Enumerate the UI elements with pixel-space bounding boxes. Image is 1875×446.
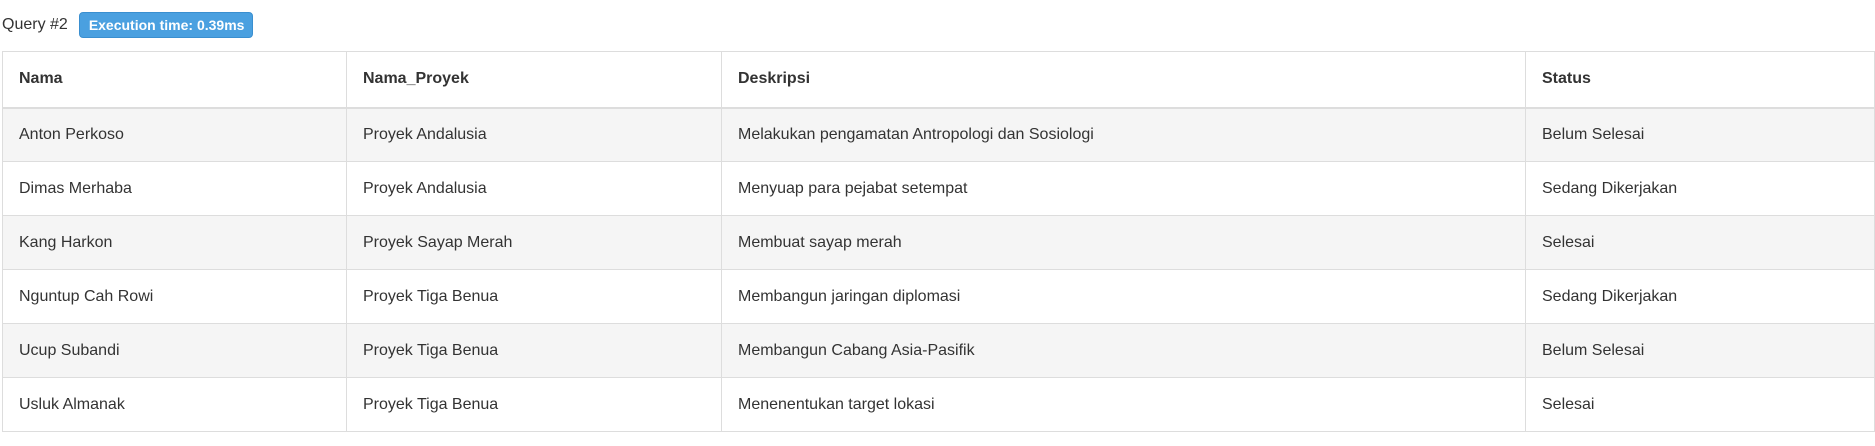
cell-status: Belum Selesai	[1525, 107, 1875, 162]
table-row: Dimas Merhaba Proyek Andalusia Menyuap p…	[2, 161, 1875, 216]
cell-deskripsi: Melakukan pengamatan Antropologi dan Sos…	[721, 107, 1526, 162]
cell-nama-proyek: Proyek Tiga Benua	[346, 377, 722, 432]
table-row: Usluk Almanak Proyek Tiga Benua Menenent…	[2, 377, 1875, 432]
cell-nama-proyek: Proyek Tiga Benua	[346, 269, 722, 324]
cell-nama-proyek: Proyek Andalusia	[346, 107, 722, 162]
cell-status: Sedang Dikerjakan	[1525, 269, 1875, 324]
cell-nama-proyek: Proyek Sayap Merah	[346, 215, 722, 270]
cell-nama-proyek: Proyek Andalusia	[346, 161, 722, 216]
cell-deskripsi: Menyuap para pejabat setempat	[721, 161, 1526, 216]
query-label: Query #2	[2, 16, 68, 33]
cell-status: Sedang Dikerjakan	[1525, 161, 1875, 216]
table-row: Kang Harkon Proyek Sayap Merah Membuat s…	[2, 215, 1875, 270]
cell-nama: Ucup Subandi	[2, 323, 347, 378]
column-header-status: Status	[1525, 51, 1875, 109]
cell-deskripsi: Membangun jaringan diplomasi	[721, 269, 1526, 324]
cell-status: Selesai	[1525, 377, 1875, 432]
cell-nama: Nguntup Cah Rowi	[2, 269, 347, 324]
table-row: Ucup Subandi Proyek Tiga Benua Membangun…	[2, 323, 1875, 378]
column-header-nama: Nama	[2, 51, 347, 109]
execution-time-badge: Execution time: 0.39ms	[78, 12, 254, 38]
cell-deskripsi: Menenentukan target lokasi	[721, 377, 1526, 432]
table-row: Nguntup Cah Rowi Proyek Tiga Benua Memba…	[2, 269, 1875, 324]
results-table: Nama Nama_Proyek Deskripsi Status Anton …	[2, 51, 1875, 432]
cell-deskripsi: Membuat sayap merah	[721, 215, 1526, 270]
column-header-deskripsi: Deskripsi	[721, 51, 1526, 109]
cell-nama: Usluk Almanak	[2, 377, 347, 432]
cell-nama: Anton Perkoso	[2, 107, 347, 162]
cell-nama: Kang Harkon	[2, 215, 347, 270]
cell-nama-proyek: Proyek Tiga Benua	[346, 323, 722, 378]
query-header: Query #2 Execution time: 0.39ms	[0, 0, 1875, 44]
cell-deskripsi: Membangun Cabang Asia-Pasifik	[721, 323, 1526, 378]
table-row: Anton Perkoso Proyek Andalusia Melakukan…	[2, 107, 1875, 162]
cell-nama: Dimas Merhaba	[2, 161, 347, 216]
column-header-nama-proyek: Nama_Proyek	[346, 51, 722, 109]
header-row: Nama Nama_Proyek Deskripsi Status	[2, 51, 1875, 109]
cell-status: Selesai	[1525, 215, 1875, 270]
table-body: Anton Perkoso Proyek Andalusia Melakukan…	[2, 107, 1875, 432]
cell-status: Belum Selesai	[1525, 323, 1875, 378]
table-header: Nama Nama_Proyek Deskripsi Status	[2, 51, 1875, 109]
